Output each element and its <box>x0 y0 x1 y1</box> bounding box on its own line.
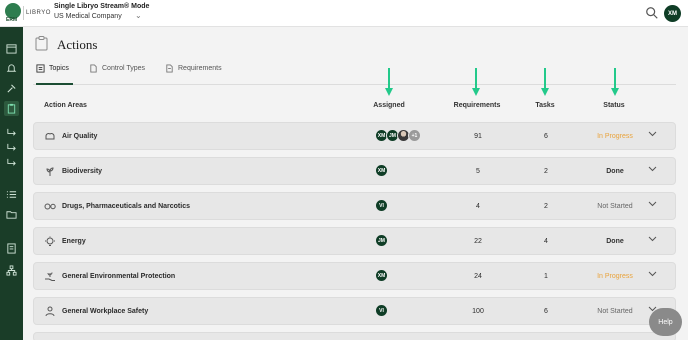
tasks-count: 2 <box>544 168 548 175</box>
row-title: Energy <box>62 238 86 245</box>
requirements-count: 5 <box>476 168 480 175</box>
arrow-return-icon[interactable] <box>6 127 17 138</box>
company-selector[interactable]: US Medical Company <box>54 13 122 20</box>
annotation-arrow <box>472 68 480 96</box>
tab-control-types[interactable]: Control Types <box>89 64 146 85</box>
chevron-down-icon[interactable] <box>648 131 657 137</box>
avatar[interactable]: XM <box>375 164 388 177</box>
requirements-count: 91 <box>474 133 482 140</box>
clipboard-icon[interactable] <box>4 101 19 116</box>
chevron-down-icon[interactable] <box>648 271 657 277</box>
table-row[interactable]: Energy JM 22 4 Done <box>33 227 676 255</box>
annotation-arrow <box>385 68 393 96</box>
table-row[interactable]: Drugs, Pharmaceuticals and Narcotics VI … <box>33 192 676 220</box>
column-header-assigned: Assigned <box>373 102 405 109</box>
requirements-count: 22 <box>474 238 482 245</box>
pills-icon <box>44 203 56 210</box>
row-title: Biodiversity <box>62 168 103 175</box>
arrow-return-icon[interactable] <box>6 157 17 168</box>
row-title: General Workplace Safety <box>62 308 149 315</box>
table-row[interactable]: Biodiversity XM 5 2 Done <box>33 157 676 185</box>
worker-icon <box>45 306 55 317</box>
annotation-arrow <box>611 68 619 96</box>
list-icon <box>36 64 45 73</box>
avatar[interactable]: XM <box>375 269 388 282</box>
help-button[interactable]: Help <box>649 308 682 336</box>
folder-icon[interactable] <box>6 209 17 220</box>
bulb-icon <box>45 236 55 246</box>
column-header-tasks: Tasks <box>535 102 555 109</box>
top-header: ERM LIBRYO Single Libryo Stream® Mode US… <box>0 0 688 27</box>
requirements-count: 24 <box>474 273 482 280</box>
annotation-arrow <box>541 68 549 96</box>
chevron-down-icon[interactable] <box>648 236 657 242</box>
column-header-requirements: Requirements <box>453 102 501 109</box>
cloud-icon <box>45 133 55 140</box>
tasks-count: 6 <box>544 308 548 315</box>
book-icon[interactable] <box>6 243 17 254</box>
chevron-down-icon[interactable] <box>648 166 657 172</box>
arrow-return-icon[interactable] <box>6 142 17 153</box>
plant-icon <box>46 167 54 176</box>
status-badge: Done <box>606 168 624 175</box>
avatar[interactable]: VI <box>375 199 388 212</box>
hammer-icon[interactable] <box>6 83 17 94</box>
search-icon[interactable] <box>645 6 659 20</box>
leaf-hand-icon <box>45 272 55 281</box>
chevron-down-icon[interactable]: ⌄ <box>135 11 142 20</box>
tab-label: Topics <box>49 65 69 72</box>
user-avatar[interactable]: XM <box>664 5 681 22</box>
page-title: Actions <box>57 37 98 52</box>
bell-icon[interactable] <box>6 63 17 74</box>
clipboard-icon <box>35 36 48 51</box>
logo-erm-text: ERM <box>6 17 18 23</box>
document-icon <box>166 64 173 73</box>
status-badge: Not Started <box>597 203 633 210</box>
table-row[interactable]: General Workplace Safety VI 100 6 Not St… <box>33 297 676 325</box>
tab-label: Requirements <box>178 65 222 72</box>
more-assignees-badge[interactable]: +1 <box>408 129 421 142</box>
status-badge: Done <box>606 238 624 245</box>
mode-title: Single Libryo Stream® Mode <box>54 3 150 10</box>
status-badge: In Progress <box>597 133 633 140</box>
sidebar <box>0 27 23 340</box>
tab-label: Control Types <box>102 65 146 72</box>
avatar[interactable]: JM <box>375 234 388 247</box>
document-icon <box>90 64 97 73</box>
avatar[interactable]: VI <box>375 304 388 317</box>
table-row[interactable]: Air Quality XM JM +1 91 6 In Progress <box>33 122 676 150</box>
table-row[interactable]: General Environmental Protection XM 24 1… <box>33 262 676 290</box>
requirements-count: 100 <box>472 308 484 315</box>
tab-topics[interactable]: Topics <box>36 64 73 85</box>
column-header-action-areas: Action Areas <box>44 102 87 109</box>
status-badge: Not Started <box>597 308 633 315</box>
hierarchy-icon[interactable] <box>6 265 17 276</box>
requirements-count: 4 <box>476 203 480 210</box>
status-badge: In Progress <box>597 273 633 280</box>
chevron-down-icon[interactable] <box>648 201 657 207</box>
row-title: General Environmental Protection <box>62 273 176 280</box>
row-title: Drugs, Pharmaceuticals and Narcotics <box>62 203 190 210</box>
tasks-count: 6 <box>544 133 548 140</box>
tab-requirements[interactable]: Requirements <box>165 64 222 85</box>
tasks-count: 2 <box>544 203 548 210</box>
row-title: Air Quality <box>62 133 98 140</box>
tasks-count: 1 <box>544 273 548 280</box>
table-row[interactable] <box>33 332 676 340</box>
tasks-count: 4 <box>544 238 548 245</box>
column-header-status: Status <box>603 102 625 109</box>
calendar-icon[interactable] <box>6 43 17 54</box>
libryo-logo-text: LIBRYO <box>26 10 51 16</box>
checklist-icon[interactable] <box>6 189 17 200</box>
logo-divider <box>23 6 24 20</box>
